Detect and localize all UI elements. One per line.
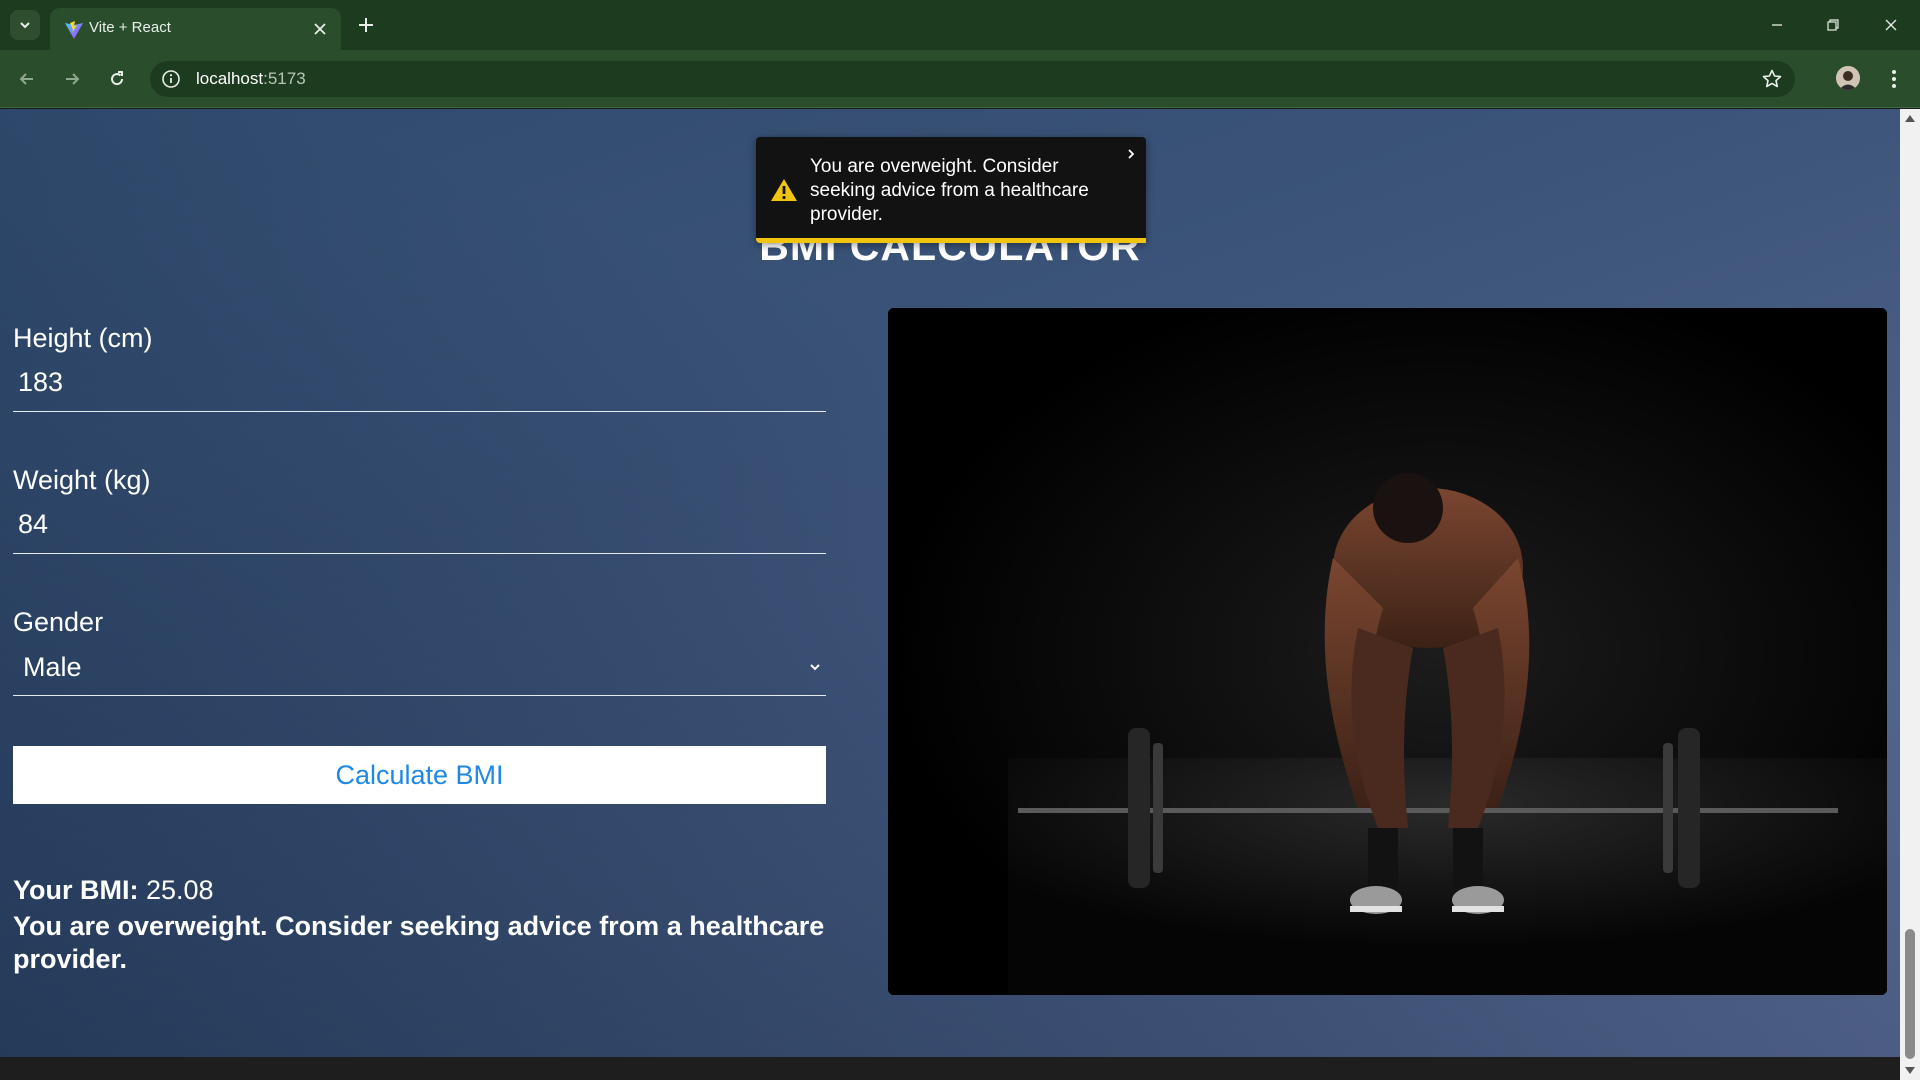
browser-toolbar: localhost:5173 (0, 50, 1920, 108)
scroll-thumb[interactable] (1905, 929, 1915, 1059)
info-icon[interactable] (161, 69, 181, 89)
weightlifter-illustration (888, 308, 1887, 995)
toast-progress-bar (756, 238, 1146, 243)
scroll-up-icon[interactable] (1904, 113, 1916, 123)
warning-toast[interactable]: You are overweight. Consider seeking adv… (756, 137, 1146, 243)
arrow-left-icon (19, 73, 33, 85)
bookmark-star-icon[interactable] (1761, 68, 1783, 90)
url-text: localhost:5173 (196, 69, 306, 88)
tab-strip: Vite + React (0, 0, 1920, 50)
profile-avatar[interactable] (1834, 64, 1862, 92)
warning-icon (771, 179, 797, 201)
close-icon (1885, 19, 1897, 31)
bmi-value-line: Your BMI: 25.08 (13, 872, 826, 908)
page-bottom-strip (0, 1057, 1900, 1080)
chevron-down-icon (810, 664, 820, 671)
tab-title: Vite + React (89, 19, 171, 36)
bmi-value: 25.08 (146, 875, 214, 905)
avatar-icon (1836, 66, 1860, 90)
page-scrollbar[interactable] (1900, 109, 1920, 1080)
weightlifter-image (888, 308, 1887, 995)
minimize-button[interactable] (1762, 10, 1792, 40)
browser-menu-button[interactable] (1880, 65, 1908, 93)
scroll-down-icon[interactable] (1904, 1066, 1916, 1076)
chevron-down-icon (20, 22, 30, 29)
close-window-button[interactable] (1876, 10, 1906, 40)
restore-icon (1827, 19, 1839, 31)
weight-input[interactable] (13, 496, 826, 554)
toast-message: You are overweight. Consider seeking adv… (810, 156, 1089, 225)
height-input[interactable] (13, 354, 826, 412)
reload-button[interactable] (103, 65, 131, 93)
bmi-label: Your BMI: (13, 875, 139, 905)
bmi-message: You are overweight. Consider seeking adv… (13, 911, 825, 974)
gender-label: Gender (13, 607, 104, 637)
minimize-icon (1772, 24, 1782, 26)
restore-button[interactable] (1818, 10, 1848, 40)
calculate-bmi-button[interactable]: Calculate BMI (13, 746, 826, 804)
gender-selected-value: Male (23, 652, 82, 682)
reload-icon (111, 71, 124, 86)
height-label: Height (cm) (13, 323, 153, 353)
page-viewport: BMI CALCULATOR Height (cm) Weight (kg) G… (0, 109, 1900, 1057)
close-icon[interactable] (1124, 147, 1138, 161)
address-bar[interactable]: localhost:5173 (150, 61, 1795, 97)
vite-logo-icon (65, 21, 83, 39)
tab-active[interactable]: Vite + React (50, 8, 341, 50)
close-icon[interactable] (311, 20, 329, 38)
tab-search-button[interactable] (10, 10, 40, 40)
back-button[interactable] (13, 65, 41, 93)
new-tab-icon[interactable] (354, 13, 378, 37)
forward-button[interactable] (58, 65, 86, 93)
more-vert-icon (1892, 70, 1896, 88)
bmi-result: Your BMI: 25.08 You are overweight. Cons… (13, 872, 826, 976)
arrow-right-icon (66, 73, 80, 85)
gender-select[interactable]: Male (13, 638, 826, 696)
bmi-form: Height (cm) Weight (kg) Gender Male Calc… (13, 322, 826, 804)
weight-label: Weight (kg) (13, 465, 151, 495)
